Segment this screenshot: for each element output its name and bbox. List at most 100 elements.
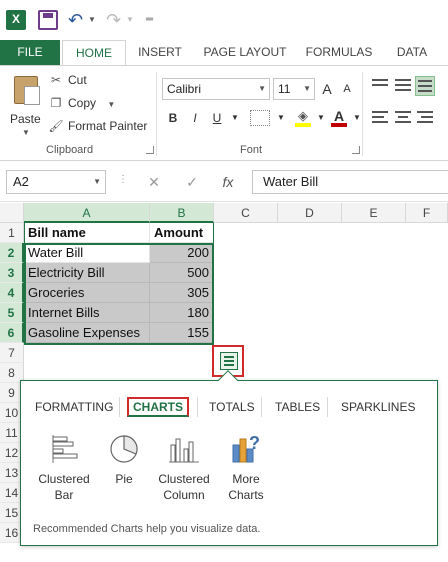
italic-button[interactable]: I <box>186 108 204 128</box>
cancel-icon[interactable]: ✕ <box>142 170 166 194</box>
align-top-icon[interactable] <box>370 76 390 96</box>
redo-dropdown-icon[interactable]: ▼ <box>126 10 136 30</box>
row-header-6[interactable]: 6 <box>0 323 24 343</box>
tab-data[interactable]: DATA <box>392 40 432 65</box>
clipboard-launcher-icon[interactable] <box>146 146 154 154</box>
font-launcher-icon[interactable] <box>352 146 360 154</box>
label-line-1: Clustered <box>158 472 210 486</box>
font-name-value: Calibri <box>167 82 202 96</box>
select-all-corner[interactable] <box>0 203 24 223</box>
cell-a3[interactable]: Electricity Bill <box>24 263 150 283</box>
align-center-icon[interactable] <box>393 108 413 128</box>
label-line-1: Clustered <box>38 472 90 486</box>
cell-b2[interactable]: 200 <box>150 243 214 263</box>
name-box[interactable]: A2 ▼ <box>6 170 106 194</box>
cell-b4[interactable]: 305 <box>150 283 214 303</box>
redo-icon[interactable]: ↷ <box>106 10 126 30</box>
enter-icon[interactable]: ✓ <box>180 170 204 194</box>
clipboard-group-label: Clipboard <box>46 144 94 156</box>
clustered-column-label: Clustered Column <box>149 471 219 503</box>
fill-color-button[interactable]: ◈ <box>294 106 312 127</box>
cut-button[interactable]: ✂ Cut <box>48 70 87 90</box>
tab-divider <box>197 397 198 417</box>
more-icon: ⋮ <box>118 174 128 185</box>
chevron-down-icon[interactable]: ▼ <box>226 108 244 128</box>
row-header-1[interactable]: 1 <box>0 223 24 243</box>
cell-a4[interactable]: Groceries <box>24 283 150 303</box>
column-header-d[interactable]: D <box>278 203 342 223</box>
cell-a1[interactable]: Bill name <box>24 223 150 243</box>
paintbrush-icon: 🖌 <box>48 119 64 133</box>
cell-b1[interactable]: Amount <box>150 223 214 243</box>
save-icon[interactable] <box>38 10 58 30</box>
paste-button[interactable]: Paste ▼ <box>8 72 44 137</box>
column-header-c[interactable]: C <box>214 203 278 223</box>
paste-icon <box>14 76 40 105</box>
font-size-value: 11 <box>278 82 291 96</box>
align-right-icon[interactable] <box>415 108 435 128</box>
paste-label: Paste <box>10 112 41 126</box>
align-middle-icon[interactable] <box>393 76 413 96</box>
font-color-button[interactable]: A <box>330 106 348 127</box>
chevron-down-icon[interactable]: ▼ <box>272 108 290 128</box>
paint-bucket-icon: ◈ <box>298 108 308 123</box>
column-header-a[interactable]: A <box>24 203 150 223</box>
insert-function-button[interactable]: fx <box>216 170 240 194</box>
clustered-column-option[interactable]: Clustered Column <box>149 433 219 503</box>
bold-button[interactable]: B <box>164 108 182 128</box>
cell-b5[interactable]: 180 <box>150 303 214 323</box>
chevron-down-icon[interactable]: ▼ <box>348 108 366 128</box>
tab-insert[interactable]: INSERT <box>136 40 184 65</box>
pie-chart-icon <box>110 435 138 463</box>
chevron-down-icon[interactable]: ▼ <box>312 108 330 128</box>
column-header-b[interactable]: B <box>150 203 214 223</box>
tab-file[interactable]: FILE <box>0 40 60 65</box>
formula-input[interactable]: Water Bill <box>252 170 448 194</box>
quick-analysis-hint: Recommended Charts help you visualize da… <box>33 523 261 535</box>
qa-tab-charts[interactable]: CHARTS <box>127 397 189 417</box>
undo-icon[interactable]: ↶ <box>68 10 88 30</box>
font-group-label: Font <box>240 144 263 156</box>
qa-tab-tables[interactable]: TABLES <box>271 397 324 417</box>
scissors-icon: ✂ <box>50 73 62 87</box>
cell-a2[interactable]: Water Bill <box>24 243 150 263</box>
customize-icon[interactable]: ═ <box>146 10 158 30</box>
undo-dropdown-icon[interactable]: ▼ <box>88 10 98 30</box>
cell-b6[interactable]: 155 <box>150 323 214 343</box>
grow-font-button[interactable]: A <box>318 79 336 99</box>
cut-label: Cut <box>68 73 87 87</box>
format-painter-button[interactable]: 🖌 Format Painter <box>48 116 147 136</box>
cell-a6[interactable]: Gasoline Expenses <box>24 323 150 343</box>
column-header-f[interactable]: F <box>406 203 448 223</box>
more-charts-label: More Charts <box>211 471 281 503</box>
borders-icon[interactable] <box>250 110 270 126</box>
shrink-font-button[interactable]: A <box>338 79 356 99</box>
excel-icon <box>6 10 26 30</box>
underline-button[interactable]: U <box>208 108 226 128</box>
tab-home[interactable]: HOME <box>62 40 126 66</box>
qa-tab-totals[interactable]: TOTALS <box>205 397 259 417</box>
ribbon-tabs: FILE HOME INSERT PAGE LAYOUT FORMULAS DA… <box>0 40 448 66</box>
qa-tab-sparklines[interactable]: SPARKLINES <box>337 397 419 417</box>
cell-a5[interactable]: Internet Bills <box>24 303 150 323</box>
cell-b3[interactable]: 500 <box>150 263 214 283</box>
align-bottom-icon[interactable] <box>415 76 435 96</box>
row-header-5[interactable]: 5 <box>0 303 24 323</box>
align-left-icon[interactable] <box>370 108 390 128</box>
chevron-down-icon: ▼ <box>22 128 30 137</box>
qa-tab-formatting[interactable]: FORMATTING <box>31 397 117 417</box>
copy-button[interactable]: ❐ Copy ▼ <box>48 93 116 113</box>
row-header-4[interactable]: 4 <box>0 283 24 303</box>
font-size-select[interactable]: 11 ▼ <box>273 78 315 100</box>
tab-page-layout[interactable]: PAGE LAYOUT <box>200 40 290 65</box>
row-header-7[interactable]: 7 <box>0 343 24 363</box>
group-divider <box>362 72 363 156</box>
row-header-2[interactable]: 2 <box>0 243 24 263</box>
chevron-down-icon: ▼ <box>303 84 311 93</box>
row-header-3[interactable]: 3 <box>0 263 24 283</box>
more-charts-option[interactable]: ? More Charts <box>211 433 281 503</box>
ribbon: Paste ▼ ✂ Cut ❐ Copy ▼ 🖌 Format Painter Cli… <box>0 65 448 161</box>
font-name-select[interactable]: Calibri ▼ <box>162 78 270 100</box>
column-header-e[interactable]: E <box>342 203 406 223</box>
tab-formulas[interactable]: FORMULAS <box>304 40 374 65</box>
